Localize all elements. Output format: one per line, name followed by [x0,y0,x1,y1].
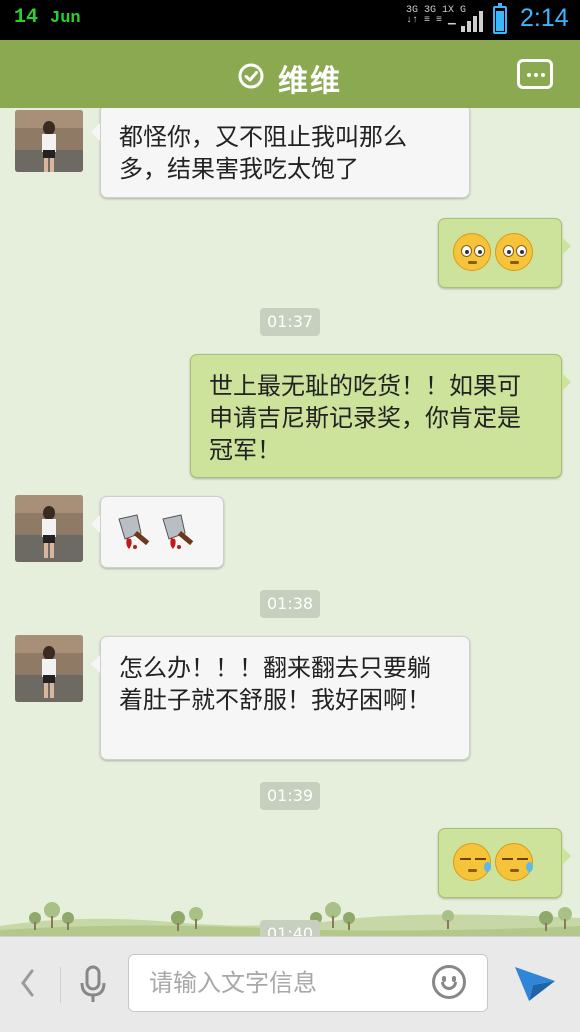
outgoing-message[interactable]: 世上最无耻的吃货！！如果可申请吉尼斯记录奖，你肯定是冠军！ [190,354,571,478]
message-timestamp: 01:40 [260,920,320,936]
contact-name: 维维 [278,64,342,99]
signal-icon [461,10,485,32]
sweat-face-emoji [495,843,533,881]
sweat-face-emoji [453,843,491,881]
avatar[interactable] [15,495,83,562]
avatar[interactable] [15,110,83,172]
message-timestamp: 01:37 [260,308,320,336]
dizzy-face-emoji [495,233,533,271]
battery-icon [493,3,507,34]
smiley-icon[interactable] [432,965,466,999]
chat-area[interactable]: 都怪你，又不阻止我叫那么多，结果害我吃太饱了 01:37 世上最无耻的吃货！！如… [0,108,580,936]
cleaver-emoji [162,514,194,549]
outgoing-message[interactable] [438,828,571,898]
send-icon[interactable] [513,963,557,1003]
status-day: 14 [14,6,39,29]
more-options-button[interactable] [517,59,553,89]
network-indicator: 3G 3G 1X G ↓↑ ≡ ≡ ▁ [406,6,466,26]
incoming-message[interactable] [91,496,224,568]
incoming-message[interactable]: 都怪你，又不阻止我叫那么多，结果害我吃太饱了 [91,108,470,198]
chat-header: 维维 [0,40,580,114]
message-timestamp: 01:38 [260,590,320,618]
outgoing-message[interactable] [438,218,571,288]
message-text: 都怪你，又不阻止我叫那么多，结果害我吃太饱了 [119,123,407,183]
check-circle-icon [238,63,264,89]
status-month: Jun [50,9,81,28]
message-timestamp: 01:39 [260,782,320,810]
divider [60,967,61,1003]
microphone-icon[interactable] [78,965,108,1005]
input-bar: 请输入文字信息 [0,936,580,1032]
status-date: 14 Jun [14,6,81,29]
dizzy-face-emoji [453,233,491,271]
cleaver-emoji [118,514,150,549]
status-bar: 14 Jun 3G 3G 1X G ↓↑ ≡ ≡ ▁ 2:14 [0,0,580,40]
status-time: 2:14 [520,4,569,32]
network-activity: ↓↑ ≡ ≡ ▁ [406,15,456,26]
message-text: 世上最无耻的吃货！！如果可申请吉尼斯记录奖，你肯定是冠军！ [209,372,521,464]
avatar[interactable] [15,635,83,702]
chevron-left-icon[interactable] [18,967,38,999]
incoming-message[interactable]: 怎么办！！！翻来翻去只要躺着肚子就不舒服！我好困啊！ [91,636,470,760]
message-text: 怎么办！！！翻来翻去只要躺着肚子就不舒服！我好困啊！ [119,654,431,714]
